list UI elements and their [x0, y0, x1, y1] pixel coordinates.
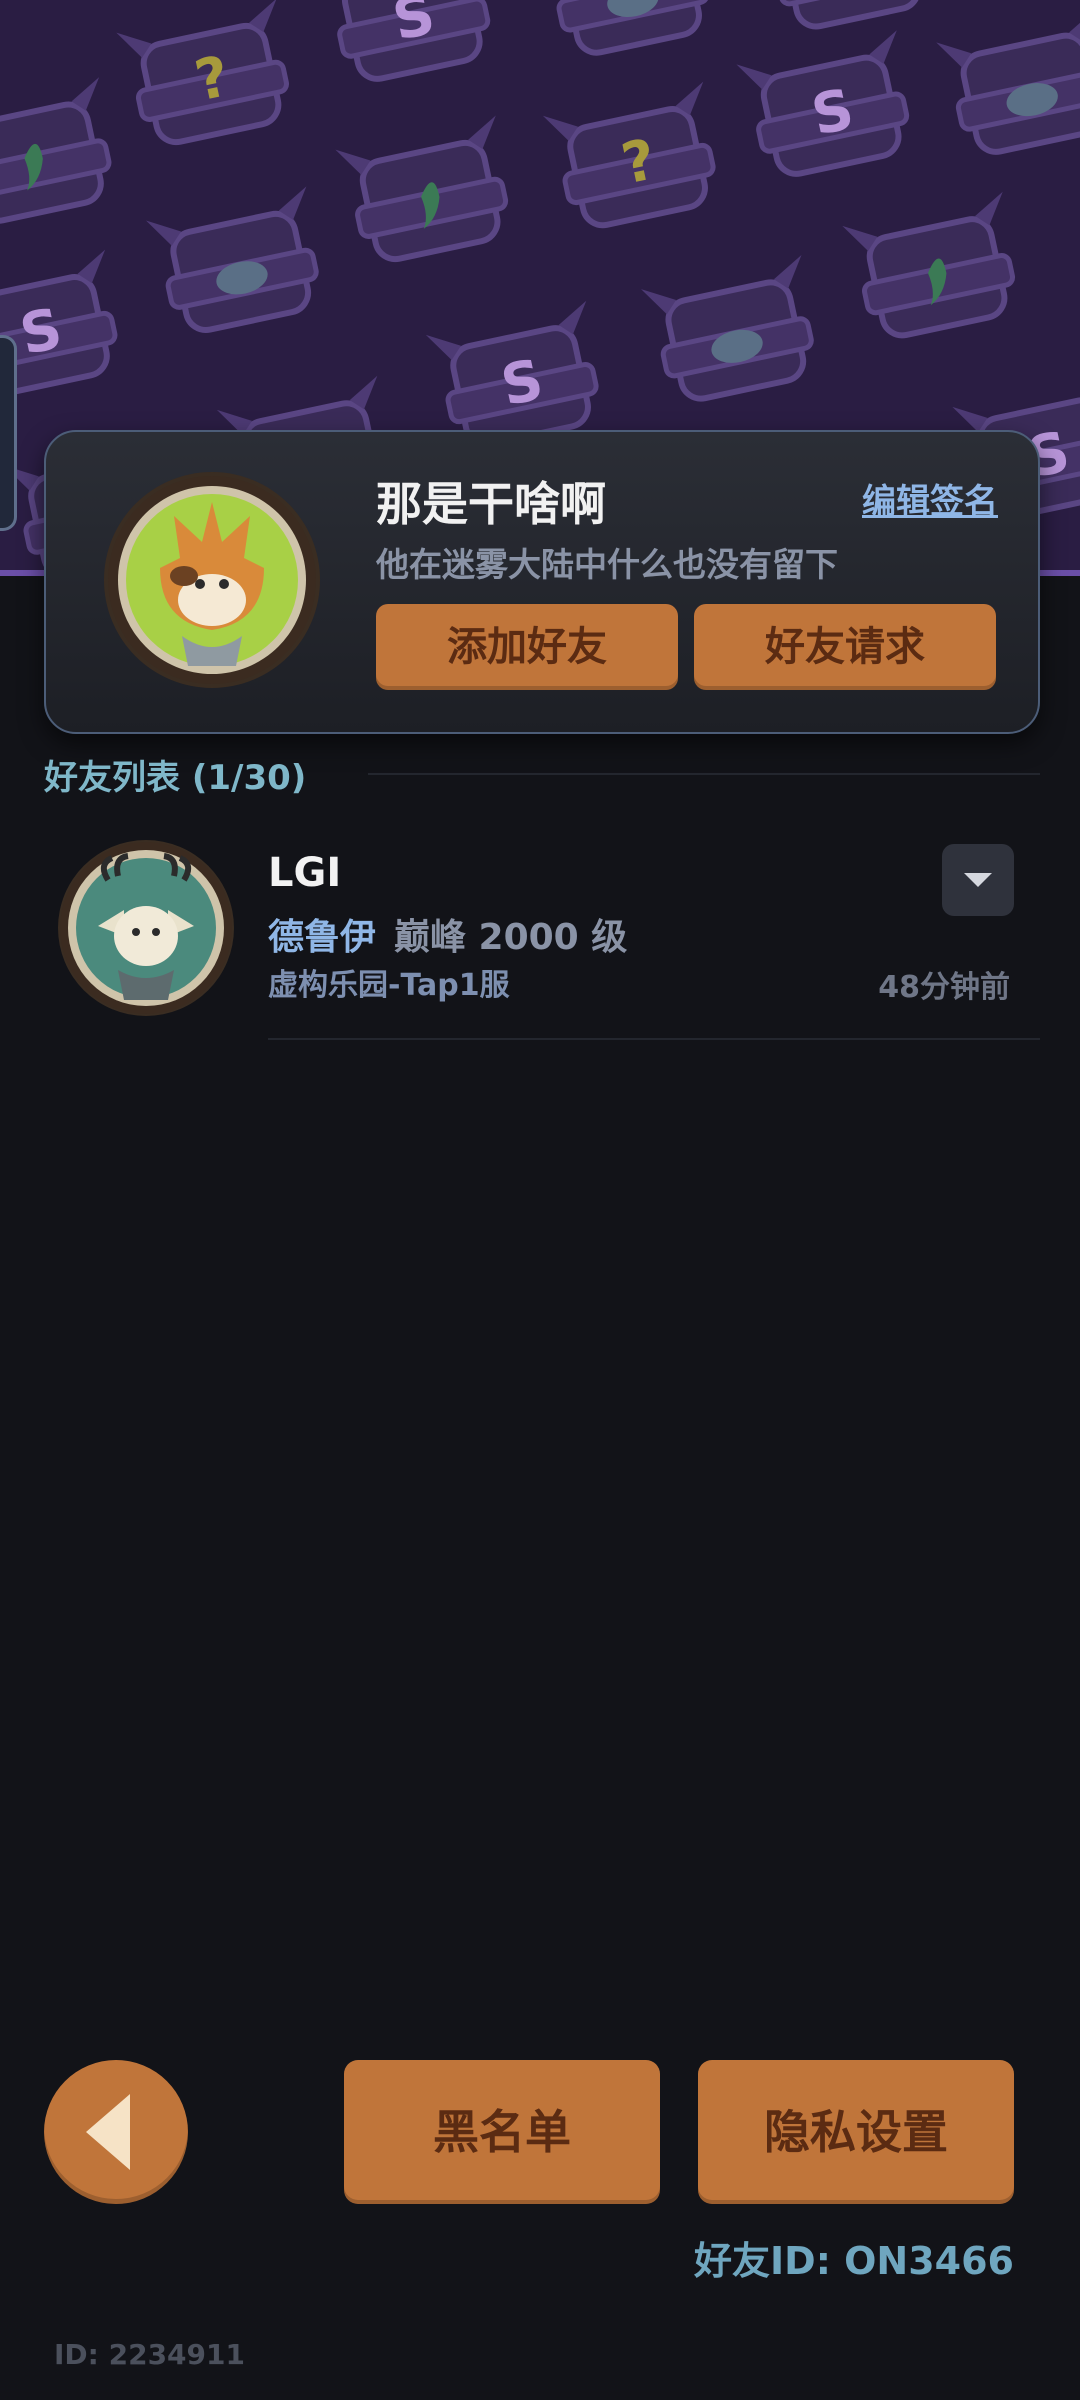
side-drawer-handle[interactable] — [0, 335, 17, 531]
druid-avatar-icon — [60, 842, 232, 1014]
user-id-label: ID: 2234911 — [54, 2338, 245, 2371]
friend-server: 虚构乐园-Tap1服 — [268, 968, 510, 1003]
divider — [368, 773, 1040, 775]
friend-level: 巅峰 2000 级 — [394, 917, 628, 958]
chevron-down-icon — [964, 873, 992, 887]
blacklist-button[interactable]: 黑名单 — [344, 2060, 660, 2204]
edit-signature-link[interactable]: 编辑签名 — [862, 474, 998, 523]
friend-id-label: 好友ID: ON3466 — [694, 2239, 1014, 2283]
list-item[interactable]: LGI 德鲁伊 巅峰 2000 级 虚构乐园-Tap1服 48分钟前 — [44, 830, 1040, 1042]
profile-name: 那是干啥啊 — [376, 477, 606, 531]
fox-avatar-icon — [108, 476, 316, 684]
profile-signature: 他在迷雾大陆中什么也没有留下 — [376, 545, 838, 584]
privacy-settings-button[interactable]: 隐私设置 — [698, 2060, 1014, 2204]
back-button[interactable] — [44, 2060, 188, 2204]
friend-avatar[interactable] — [58, 840, 234, 1016]
avatar[interactable] — [104, 472, 320, 688]
friend-last-seen: 48分钟前 — [878, 970, 1010, 1005]
add-friend-button[interactable]: 添加好友 — [376, 604, 678, 690]
back-arrow-icon — [86, 2094, 130, 2170]
friend-request-button[interactable]: 好友请求 — [694, 604, 996, 690]
friend-list-title: 好友列表 (1/30) — [44, 758, 307, 798]
friend-name: LGI — [268, 850, 342, 896]
friend-options-button[interactable] — [942, 844, 1014, 916]
divider — [268, 1038, 1040, 1040]
friend-class: 德鲁伊 — [268, 917, 377, 958]
profile-card: 那是干啥啊 编辑签名 他在迷雾大陆中什么也没有留下 添加好友 好友请求 — [44, 430, 1040, 734]
